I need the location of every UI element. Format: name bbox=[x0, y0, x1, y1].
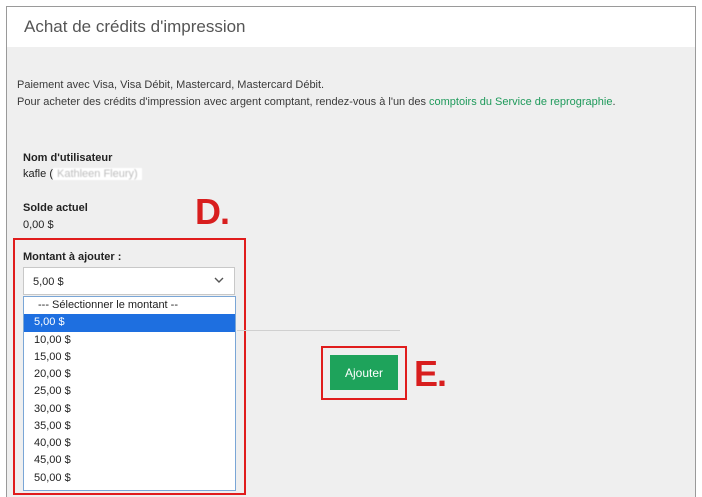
amount-option-placeholder[interactable]: --- Sélectionner le montant -- bbox=[24, 297, 235, 314]
divider bbox=[237, 330, 400, 331]
amount-option[interactable]: 40,00 $ bbox=[24, 435, 235, 452]
page-header: Achat de crédits d'impression bbox=[7, 7, 695, 47]
balance-value: 0,00 $ bbox=[23, 219, 54, 231]
amount-select[interactable]: 5,00 $ bbox=[23, 267, 235, 295]
amount-option[interactable]: 20,00 $ bbox=[24, 366, 235, 383]
add-button[interactable]: Ajouter bbox=[330, 355, 398, 390]
callout-d: D. bbox=[195, 191, 230, 232]
full-name-text: Kathleen Fleury) bbox=[52, 168, 142, 180]
amount-options-list[interactable]: --- Sélectionner le montant -- 5,00 $10,0… bbox=[23, 296, 236, 491]
amount-option[interactable]: 25,00 $ bbox=[24, 383, 235, 400]
amount-option[interactable]: 5,00 $ bbox=[24, 314, 235, 332]
reprographie-link[interactable]: comptoirs du Service de reprographie bbox=[429, 96, 612, 108]
amount-option[interactable]: 50,00 $ bbox=[24, 470, 235, 487]
amount-select-value: 5,00 $ bbox=[33, 276, 64, 288]
amount-option[interactable]: 10,00 $ bbox=[24, 332, 235, 349]
amount-option[interactable]: 35,00 $ bbox=[24, 418, 235, 435]
cash-info-text: Pour acheter des crédits d'impression av… bbox=[17, 96, 616, 108]
chevron-down-icon bbox=[214, 277, 224, 283]
page-title: Achat de crédits d'impression bbox=[24, 17, 246, 36]
amount-option[interactable]: 15,00 $ bbox=[24, 349, 235, 366]
username-label: Nom d'utilisateur bbox=[23, 152, 113, 164]
payment-methods-text: Paiement avec Visa, Visa Débit, Masterca… bbox=[17, 79, 325, 91]
amount-label: Montant à ajouter : bbox=[23, 251, 122, 263]
amount-option[interactable]: 30,00 $ bbox=[24, 401, 235, 418]
callout-e: E. bbox=[414, 353, 447, 394]
username-value: kafle (Kathleen Fleury) bbox=[23, 168, 142, 180]
cash-info-prefix: Pour acheter des crédits d'impression av… bbox=[17, 96, 430, 108]
cash-info-suffix: . bbox=[612, 96, 616, 108]
balance-label: Solde actuel bbox=[23, 202, 88, 214]
username-text: kafle bbox=[23, 168, 47, 180]
amount-option[interactable]: 45,00 $ bbox=[24, 452, 235, 469]
